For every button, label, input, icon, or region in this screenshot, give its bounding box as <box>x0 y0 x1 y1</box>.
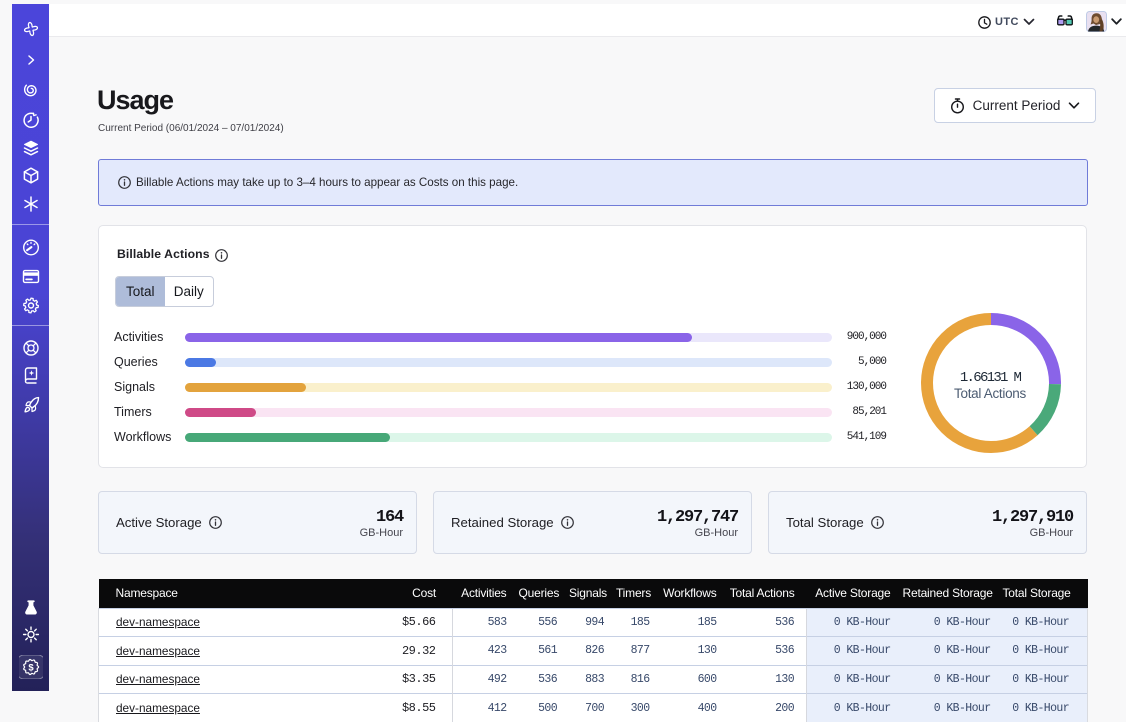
svg-text:$: $ <box>28 662 34 673</box>
